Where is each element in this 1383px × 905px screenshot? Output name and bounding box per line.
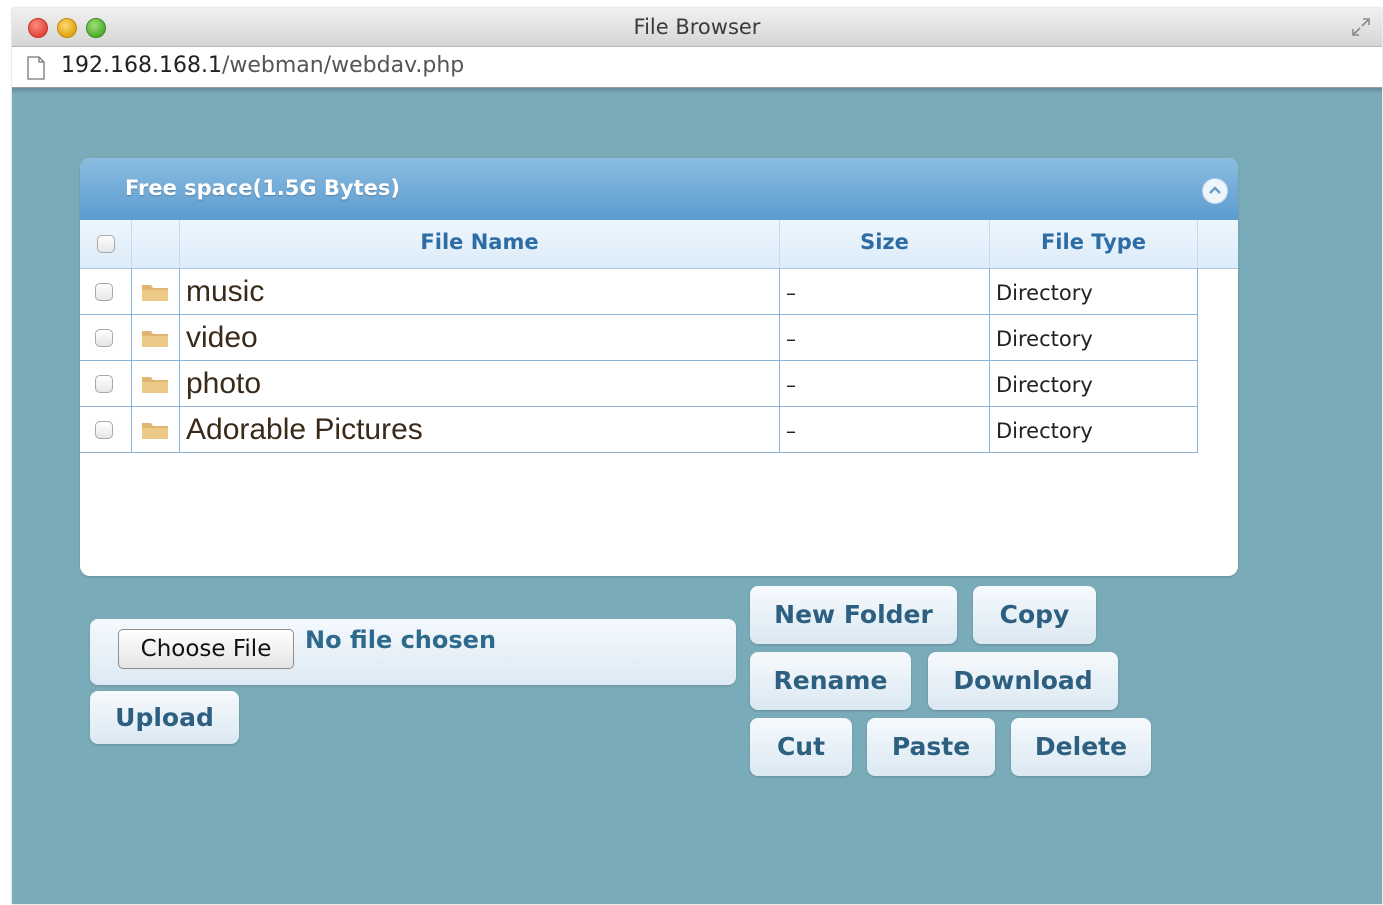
folder-icon — [142, 331, 168, 347]
type-cell: Directory — [990, 269, 1198, 314]
page-icon — [27, 56, 45, 80]
folder-icon — [142, 377, 168, 393]
cut-button[interactable]: Cut — [750, 718, 852, 776]
type-cell: Directory — [990, 361, 1198, 406]
file-name-link[interactable]: music — [186, 275, 264, 309]
table-row[interactable]: photo – Directory — [80, 361, 1198, 407]
name-cell: music — [180, 269, 780, 314]
copy-button[interactable]: Copy — [973, 586, 1096, 644]
url-text: 192.168.168.1/webman/webdav.php — [61, 53, 464, 78]
file-upload-box: Choose File No file chosen — [90, 619, 736, 685]
collapse-icon[interactable] — [1202, 178, 1228, 204]
file-name-link[interactable]: photo — [186, 367, 261, 401]
select-cell — [80, 407, 132, 452]
size-cell: – — [780, 315, 990, 360]
icon-cell — [132, 407, 180, 452]
select-cell — [80, 315, 132, 360]
file-browser-panel: Free space(1.5G Bytes) File Name Size Fi… — [80, 158, 1238, 576]
table-row[interactable]: music – Directory — [80, 269, 1198, 315]
name-cell: photo — [180, 361, 780, 406]
file-type: Directory — [996, 281, 1093, 305]
file-type: Directory — [996, 419, 1093, 443]
folder-icon — [142, 285, 168, 301]
size-column-header[interactable]: Size — [780, 220, 990, 268]
file-name-link[interactable]: video — [186, 321, 258, 355]
select-cell — [80, 269, 132, 314]
upload-button[interactable]: Upload — [90, 691, 239, 744]
free-space-title: Free space(1.5G Bytes) — [125, 176, 400, 200]
file-size: – — [786, 419, 796, 443]
name-cell: video — [180, 315, 780, 360]
paste-button[interactable]: Paste — [867, 718, 995, 776]
window-title: File Browser — [633, 15, 761, 39]
download-button[interactable]: Download — [928, 652, 1118, 710]
size-cell: – — [780, 407, 990, 452]
file-size: – — [786, 373, 796, 397]
rename-button[interactable]: Rename — [750, 652, 911, 710]
type-cell: Directory — [990, 315, 1198, 360]
new-folder-button[interactable]: New Folder — [750, 586, 957, 644]
choose-file-button[interactable]: Choose File — [118, 629, 294, 669]
icon-cell — [132, 269, 180, 314]
url-host: 192.168.168.1 — [61, 53, 222, 78]
name-cell: Adorable Pictures — [180, 407, 780, 452]
file-status-text: No file chosen — [305, 626, 497, 654]
table-header: File Name Size File Type — [80, 220, 1238, 269]
type-cell: Directory — [990, 407, 1198, 452]
browser-window: File Browser 192.168.168.1/webman/webdav… — [12, 8, 1382, 904]
file-type-column-header[interactable]: File Type — [990, 220, 1198, 268]
icon-column-header — [132, 220, 180, 268]
file-size: – — [786, 327, 796, 351]
file-name-link[interactable]: Adorable Pictures — [186, 413, 423, 447]
row-checkbox[interactable] — [95, 375, 113, 393]
toolbar-shadow — [12, 88, 1382, 94]
select-all-checkbox[interactable] — [97, 235, 115, 253]
icon-cell — [132, 361, 180, 406]
file-type: Directory — [996, 373, 1093, 397]
delete-button[interactable]: Delete — [1011, 718, 1151, 776]
title-bar: File Browser — [12, 8, 1382, 47]
file-size: – — [786, 281, 796, 305]
row-checkbox[interactable] — [95, 283, 113, 301]
file-type: Directory — [996, 327, 1093, 351]
size-cell: – — [780, 269, 990, 314]
select-cell — [80, 361, 132, 406]
file-name-column-header[interactable]: File Name — [180, 220, 780, 268]
size-cell: – — [780, 361, 990, 406]
address-bar[interactable]: 192.168.168.1/webman/webdav.php — [12, 47, 1382, 88]
url-path: /webman/webdav.php — [221, 53, 465, 78]
select-all-cell — [80, 220, 132, 268]
table-row[interactable]: Adorable Pictures – Directory — [80, 407, 1198, 453]
table-row[interactable]: video – Directory — [80, 315, 1198, 361]
fullscreen-icon[interactable] — [1350, 16, 1372, 38]
row-checkbox[interactable] — [95, 329, 113, 347]
icon-cell — [132, 315, 180, 360]
panel-header: Free space(1.5G Bytes) — [80, 158, 1238, 220]
row-checkbox[interactable] — [95, 421, 113, 439]
folder-icon — [142, 423, 168, 439]
